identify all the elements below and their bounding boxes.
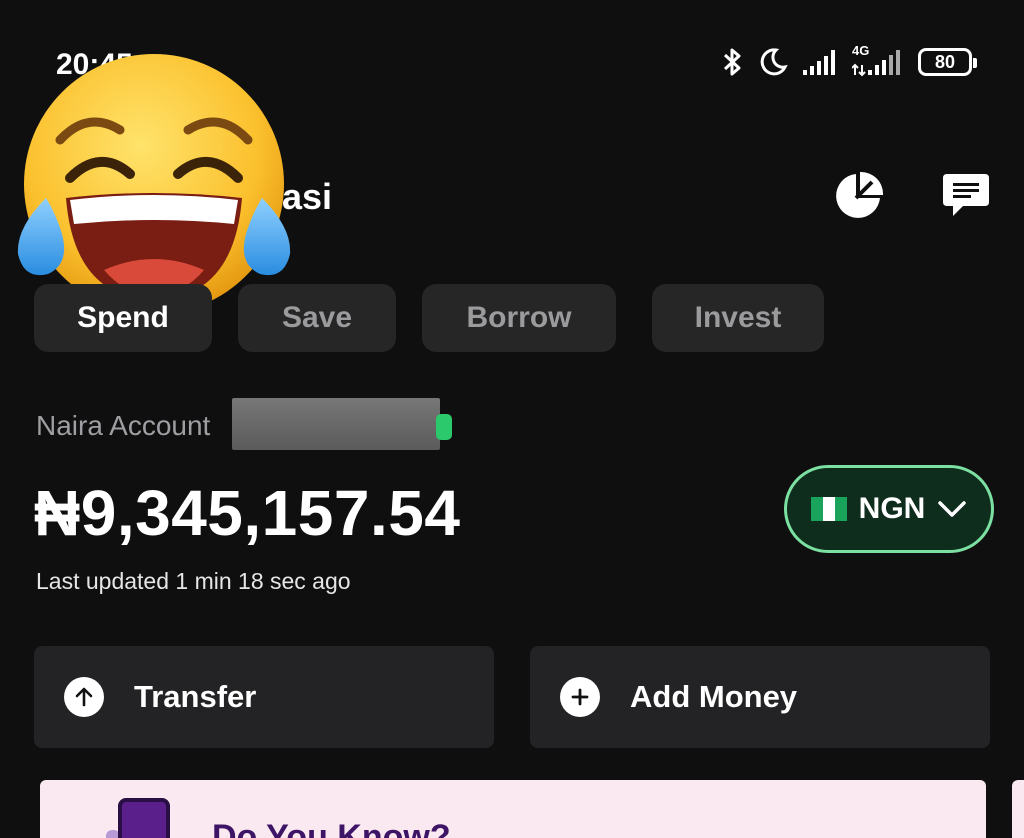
header-actions [830,168,994,224]
battery-level: 80 [934,51,956,72]
chat-icon [943,174,989,216]
moon-icon [760,48,788,76]
phone-illustration-icon [118,798,170,838]
transfer-button[interactable]: Transfer [34,646,494,748]
promo-title: Do You Know? [212,818,451,838]
signal-4g-icon: 4G [852,43,904,77]
last-updated-text: Last updated 1 min 18 sec ago [36,568,351,594]
bluetooth-icon [723,48,741,76]
battery-icon: 80 [918,48,977,76]
arrow-up-icon [64,677,104,717]
analytics-button[interactable] [830,168,886,224]
promo-card[interactable]: Do You Know? [40,780,986,838]
pie-chart-icon [836,171,884,218]
nigeria-flag-icon [810,497,847,521]
tab-borrow[interactable]: Borrow [422,284,616,352]
add-money-button[interactable]: Add Money [530,646,990,748]
account-tabs: Spend Save Borrow Invest [34,284,824,352]
currency-selector[interactable]: NGN [784,465,994,553]
copy-icon[interactable] [436,414,452,440]
next-promo-card[interactable] [1012,780,1024,838]
account-label: Naira Account [36,410,211,441]
account-number-redacted [232,398,440,450]
tab-save[interactable]: Save [238,284,396,352]
tab-invest[interactable]: Invest [652,284,824,352]
transfer-label: Transfer [134,679,257,714]
messages-button[interactable] [938,168,994,224]
status-icons: 4G 80 [722,43,977,78]
add-money-label: Add Money [630,679,798,714]
chevron-down-icon [938,501,967,517]
signal-icon [803,50,835,75]
account-balance: ₦9,345,157.54 [34,477,461,549]
tab-spend[interactable]: Spend [34,284,212,352]
plus-icon [560,677,600,717]
laughing-emoji-sticker [17,54,291,314]
currency-code: NGN [858,492,926,525]
